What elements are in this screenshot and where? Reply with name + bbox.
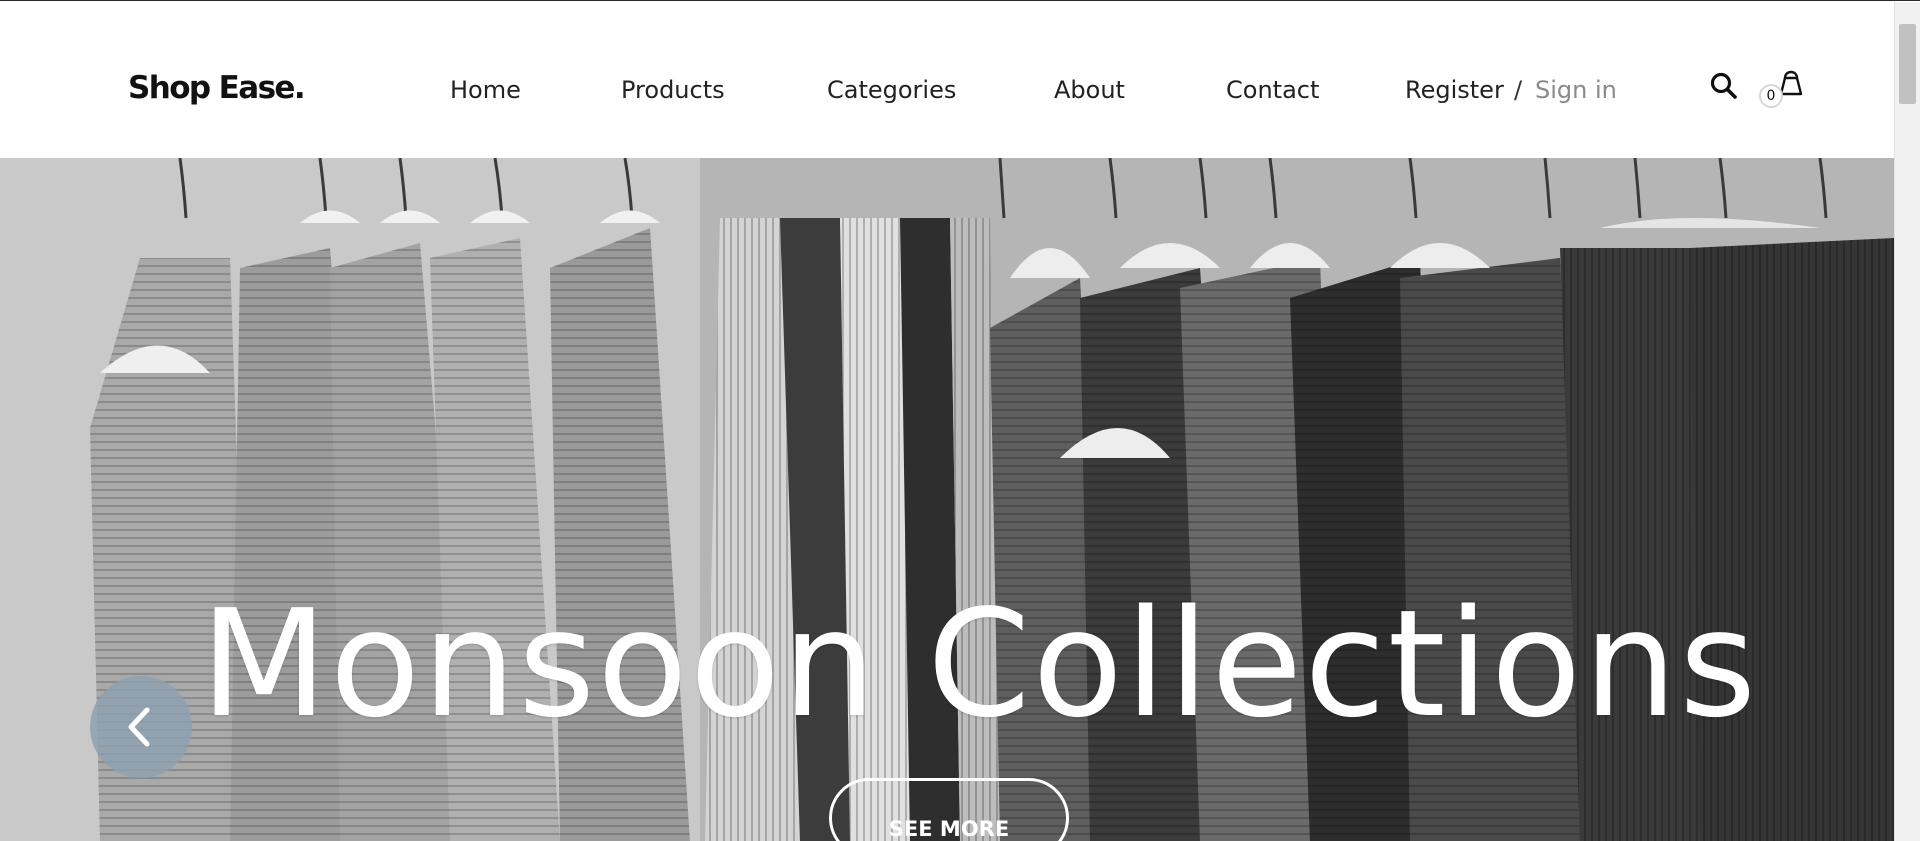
brand-logo[interactable]: Shop Ease. <box>128 70 306 106</box>
nav-about[interactable]: About <box>1054 76 1125 104</box>
hero-carousel: Monsoon Collections SEE MORE <box>0 158 1894 841</box>
page-scrollbar[interactable] <box>1894 2 1920 841</box>
chevron-left-icon <box>128 707 150 747</box>
signin-link[interactable]: Sign in <box>1535 76 1617 104</box>
carousel-prev-button[interactable] <box>90 676 192 778</box>
cart-count-badge: 0 <box>1759 84 1783 108</box>
hero-title: Monsoon Collections <box>200 578 1759 750</box>
auth-separator: / <box>1514 76 1523 104</box>
see-more-button[interactable]: SEE MORE <box>829 778 1069 841</box>
nav-home[interactable]: Home <box>450 76 521 104</box>
page-frame: Shop Ease. Home Products Categories Abou… <box>0 0 1920 841</box>
search-button[interactable] <box>1708 70 1740 102</box>
cart-button[interactable]: 0 <box>1756 66 1808 108</box>
nav-contact[interactable]: Contact <box>1226 76 1319 104</box>
site-header: Shop Ease. Home Products Categories Abou… <box>0 2 1894 158</box>
nav-categories[interactable]: Categories <box>827 76 956 104</box>
search-icon <box>1710 72 1737 99</box>
register-link[interactable]: Register <box>1405 76 1504 104</box>
scrollbar-thumb[interactable] <box>1899 24 1916 104</box>
nav-products[interactable]: Products <box>621 76 725 104</box>
